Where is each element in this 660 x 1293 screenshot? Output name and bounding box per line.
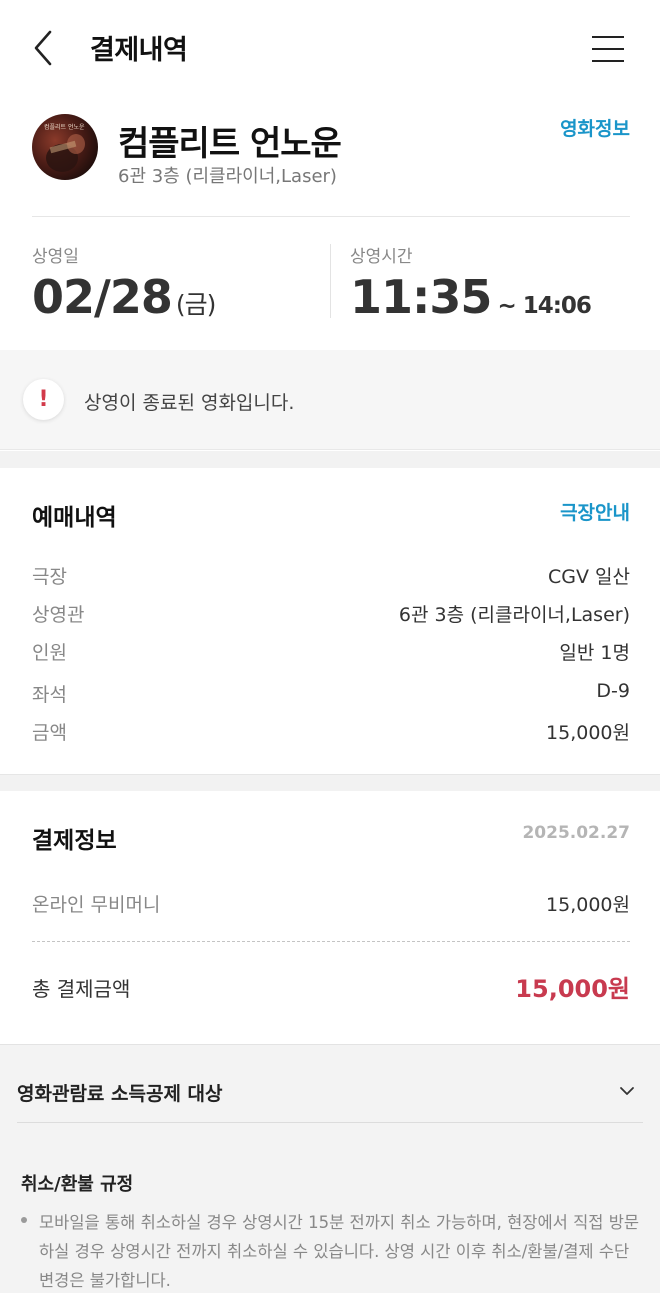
time-label: 상영시간 xyxy=(350,247,413,267)
payment-method-value: 15,000원 xyxy=(546,894,630,916)
section-gap xyxy=(0,774,660,791)
movie-title: 컴플리트 언노운 xyxy=(118,124,342,164)
bullet-icon xyxy=(21,1217,27,1223)
movie-info-link[interactable]: 영화정보 xyxy=(560,114,630,141)
menu-line-icon xyxy=(592,60,624,62)
booking-title: 예매내역 xyxy=(32,505,117,531)
tax-deduction-toggle[interactable]: 영화관람료 소득공제 대상 xyxy=(0,1045,660,1123)
total-label: 총 결제금액 xyxy=(32,977,131,1001)
price-label: 금액 xyxy=(32,722,67,744)
back-button[interactable] xyxy=(28,26,62,70)
hamburger-menu-button[interactable] xyxy=(590,34,626,64)
poster-art: 컴플리트 언노운 xyxy=(44,123,85,172)
price-value: 15,000원 xyxy=(546,722,630,744)
movie-screen-info: 6관 3층 (리클라이너,Laser) xyxy=(118,166,337,187)
show-date-value: 02/28 xyxy=(32,270,173,324)
payment-title: 결제정보 xyxy=(32,828,117,854)
theater-value: CGV 일산 xyxy=(548,566,630,588)
screen-label: 상영관 xyxy=(32,604,85,626)
divider xyxy=(17,1122,643,1123)
dashed-divider xyxy=(32,941,630,942)
menu-line-icon xyxy=(592,48,624,50)
seat-label: 좌석 xyxy=(32,684,67,706)
notice-text: 상영이 종료된 영화입니다. xyxy=(84,392,295,414)
show-day: (금) xyxy=(175,290,217,319)
screen-value: 6관 3층 (리클라이너,Laser) xyxy=(398,604,630,626)
divider xyxy=(32,216,630,217)
page-title: 결제내역 xyxy=(90,35,188,66)
end-time: ~ 14:06 xyxy=(497,293,591,319)
movie-summary: 컴플리트 언노운 컴플리트 언노운 6관 3층 (리클라이너,Laser) 영화… xyxy=(0,96,660,216)
movie-poster: 컴플리트 언노운 xyxy=(32,114,98,180)
refund-policy-title: 취소/환불 규정 xyxy=(21,1174,134,1195)
payment-date: 2025.02.27 xyxy=(522,823,630,843)
date-label: 상영일 xyxy=(32,247,79,267)
theater-guide-link[interactable]: 극장안내 xyxy=(560,498,630,525)
section-gap xyxy=(0,451,660,468)
booking-section: 예매내역 극장안내 극장 CGV 일산 상영관 6관 3층 (리클라이너,Las… xyxy=(0,468,660,774)
payment-section: 결제정보 2025.02.27 온라인 무비머니 15,000원 총 결제금액 … xyxy=(0,791,660,1044)
chevron-left-icon xyxy=(34,30,52,66)
payment-method-label: 온라인 무비머니 xyxy=(32,894,161,916)
refund-policy-text: 모바일을 통해 취소하실 경우 상영시간 15분 전까지 취소 가능하며, 현장… xyxy=(39,1213,640,1290)
total-value: 15,000원 xyxy=(515,975,630,1003)
poster-overlay-text: 컴플리트 언노운 xyxy=(44,123,85,131)
chevron-down-icon xyxy=(620,1087,634,1095)
people-value: 일반 1명 xyxy=(559,642,630,664)
start-time: 11:35 xyxy=(350,270,492,324)
theater-label: 극장 xyxy=(32,566,67,588)
show-time: 11:35 ~ 14:06 xyxy=(350,270,592,324)
people-label: 인원 xyxy=(32,642,67,664)
tax-deduction-label: 영화관람료 소득공제 대상 xyxy=(17,1083,223,1105)
menu-line-icon xyxy=(592,36,624,38)
show-date: 02/28 (금) xyxy=(32,270,217,324)
vertical-divider xyxy=(330,244,331,318)
ended-notice: ! 상영이 종료된 영화입니다. xyxy=(0,350,660,450)
alert-icon: ! xyxy=(23,379,64,420)
app-header: 결제내역 xyxy=(0,0,660,96)
seat-value: D-9 xyxy=(596,680,630,702)
policy-area: 영화관람료 소득공제 대상 취소/환불 규정 모바일을 통해 취소하실 경우 상… xyxy=(0,1044,660,1293)
showtime-block: 상영일 02/28 (금) 상영시간 11:35 ~ 14:06 xyxy=(0,218,660,350)
